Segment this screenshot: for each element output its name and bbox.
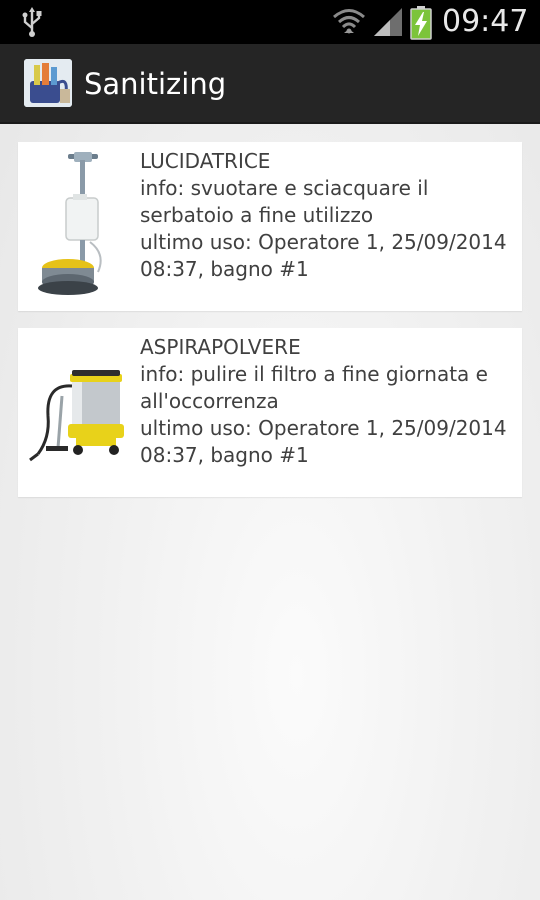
equipment-card-aspirapolvere[interactable]: ASPIRAPOLVERE info: pulire il filtro a f…: [18, 328, 522, 497]
equipment-card-lucidatrice[interactable]: LUCIDATRICE info: svuotare e sciacquare …: [18, 142, 522, 311]
equipment-name: ASPIRAPOLVERE: [140, 335, 301, 359]
equipment-details: ASPIRAPOLVERE info: pulire il filtro a f…: [140, 334, 512, 469]
equipment-name: LUCIDATRICE: [140, 149, 271, 173]
vacuum-cleaner-image: [26, 336, 136, 491]
status-bar: 09:47: [0, 0, 540, 44]
signal-icon: [374, 8, 402, 36]
battery-charging-icon: [410, 6, 432, 40]
usb-icon: [22, 7, 42, 37]
equipment-last-use: ultimo uso: Operatore 1, 25/09/2014 08:3…: [140, 230, 507, 281]
equipment-info: info: pulire il filtro a fine giornata e…: [140, 362, 488, 413]
status-clock: 09:47: [442, 4, 529, 39]
cleaning-supplies-icon[interactable]: [24, 59, 72, 107]
equipment-info: info: svuotare e sciacquare il serbatoio…: [140, 176, 429, 227]
floor-polisher-image: [26, 150, 136, 305]
wifi-icon: [333, 9, 365, 34]
equipment-last-use: ultimo uso: Operatore 1, 25/09/2014 08:3…: [140, 416, 507, 467]
page-title: Sanitizing: [84, 67, 227, 101]
equipment-details: LUCIDATRICE info: svuotare e sciacquare …: [140, 148, 512, 283]
action-bar: Sanitizing: [0, 44, 540, 124]
